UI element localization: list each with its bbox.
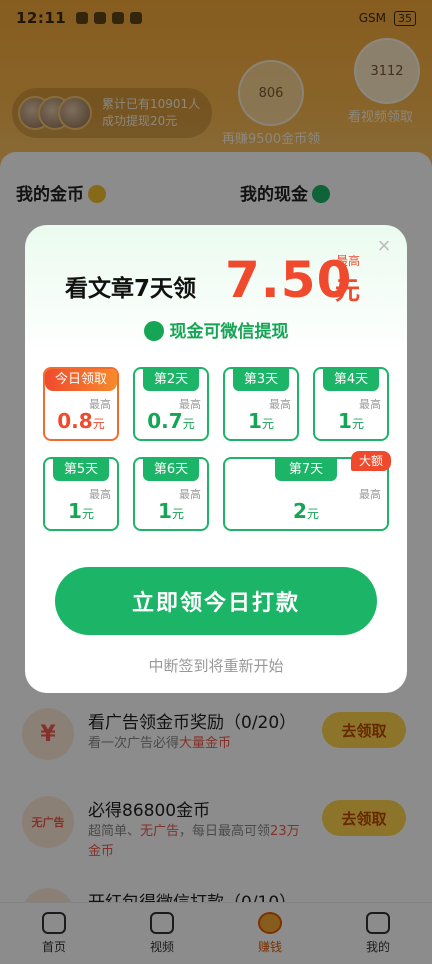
- day-amount: 2元: [293, 499, 319, 523]
- wechat-withdraw-note: 现金可微信提现: [25, 317, 407, 342]
- day-label: 第7天: [275, 459, 337, 481]
- day-label: 第2天: [143, 369, 199, 391]
- close-icon[interactable]: ×: [373, 235, 395, 257]
- big-amount-badge: 大额: [351, 451, 392, 471]
- day-label: 第4天: [323, 369, 379, 391]
- day-card-today[interactable]: 今日领取 最高 0.8元: [43, 367, 119, 441]
- total-amount: 7.50: [225, 251, 353, 309]
- day-label: 今日领取: [45, 369, 117, 391]
- day-amount: 1元: [68, 499, 94, 523]
- day-amount: 1元: [158, 499, 184, 523]
- day-card-2[interactable]: 第2天 最高 0.7元: [133, 367, 209, 441]
- day-label: 第3天: [233, 369, 289, 391]
- day-amount: 0.8元: [57, 409, 105, 433]
- wechat-icon: [143, 321, 164, 341]
- yuan-unit: 元: [335, 276, 361, 305]
- claim-today-button[interactable]: 立即领今日打款: [55, 567, 377, 635]
- day-label: 第6天: [143, 459, 199, 481]
- day-card-6[interactable]: 第6天 最高 1元: [133, 457, 209, 531]
- reset-note: 中断签到将重新开始: [148, 657, 284, 675]
- checkin-modal: × 看文章7天领 7.50 最高 元 现金可微信提现 今日领取 最高 0.8元 …: [25, 225, 407, 693]
- modal-headline: 看文章7天领: [65, 276, 197, 302]
- day-amount: 0.7元: [147, 409, 195, 433]
- day-amount: 1元: [248, 409, 274, 433]
- day-card-5[interactable]: 第5天 最高 1元: [43, 457, 119, 531]
- day-card-4[interactable]: 第4天 最高 1元: [313, 367, 389, 441]
- max-label: 最高: [336, 254, 361, 268]
- day-card-3[interactable]: 第3天 最高 1元: [223, 367, 299, 441]
- day-label: 第5天: [53, 459, 109, 481]
- day-amount: 1元: [338, 409, 364, 433]
